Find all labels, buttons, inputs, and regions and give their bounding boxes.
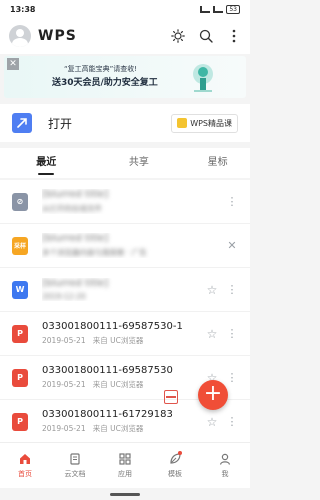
- open-folder-icon: [12, 113, 32, 133]
- list-item[interactable]: ⊘ [blurred title] 从打开的在线文件 ⋮: [0, 180, 250, 224]
- file-name: [blurred title]: [42, 233, 109, 244]
- star-icon[interactable]: ☆: [204, 327, 220, 341]
- file-date: 2019-05-21: [42, 336, 86, 345]
- home-indicator: [110, 493, 140, 496]
- signal-icon: [200, 5, 211, 13]
- tab-starred[interactable]: 星标: [185, 148, 250, 178]
- more-icon[interactable]: ⋮: [226, 371, 238, 384]
- banner-close-icon[interactable]: ✕: [7, 58, 19, 70]
- list-item[interactable]: 采样 [blurred title] 多个浏览器内容与我探索 · 广告 ✕: [0, 224, 250, 268]
- nav-templates[interactable]: 模板: [150, 443, 200, 488]
- more-icon[interactable]: ⋮: [226, 415, 238, 428]
- premium-course-icon: [177, 118, 188, 128]
- file-type-icon: ⊘: [12, 192, 28, 211]
- nav-cloud-docs[interactable]: 云文档: [50, 443, 100, 488]
- nav-label: 首页: [18, 470, 32, 478]
- nav-home[interactable]: 首页: [0, 443, 50, 488]
- file-date: 2019-05-21: [42, 424, 86, 433]
- open-file-row[interactable]: 打开 WPS精品课: [0, 104, 250, 142]
- tab-recent[interactable]: 最近: [0, 148, 93, 178]
- banner-illustration-icon: [193, 64, 213, 92]
- profile-icon: [219, 453, 231, 465]
- wps-logo: WPS: [38, 28, 77, 44]
- pdf-icon: P: [12, 412, 28, 431]
- file-source: 来自 UC浏览器: [92, 380, 144, 389]
- close-ad-icon[interactable]: ✕: [226, 239, 238, 252]
- promo-banner[interactable]: ✕ “复工高能宝典”请查收! 送30天会员/助力安全复工: [4, 56, 246, 98]
- open-label: 打开: [48, 116, 73, 131]
- file-tabs: 最近 共享 星标: [0, 148, 250, 178]
- more-icon[interactable]: ⋮: [226, 283, 238, 296]
- file-name: [blurred title]: [42, 189, 109, 200]
- more-icon[interactable]: ⋮: [226, 327, 238, 340]
- top-header: WPS: [0, 18, 250, 54]
- status-bar: 13:38 53: [0, 0, 250, 18]
- list-item[interactable]: P 033001800111-69587530-1 2019-05-21 来自 …: [0, 312, 250, 356]
- nav-apps[interactable]: 应用: [100, 443, 150, 488]
- file-source: 来自 UC浏览器: [92, 336, 144, 345]
- file-date: 2019-05-21: [42, 380, 86, 389]
- new-document-button[interactable]: +: [198, 380, 228, 410]
- nav-label: 应用: [118, 470, 132, 478]
- nav-label: 模板: [168, 470, 182, 478]
- battery-icon: 53: [226, 4, 240, 14]
- file-meta: 2019-12-20: [42, 292, 86, 301]
- notification-dot: [178, 451, 182, 455]
- nav-me[interactable]: 我: [200, 443, 250, 488]
- avatar[interactable]: [9, 25, 31, 47]
- scan-icon[interactable]: [164, 390, 178, 404]
- pdf-icon: P: [12, 324, 28, 343]
- more-options-icon[interactable]: [227, 29, 241, 43]
- list-item[interactable]: W [blurred title] 2019-12-20 ☆ ⋮: [0, 268, 250, 312]
- nav-label: 云文档: [64, 470, 86, 478]
- file-meta: 从打开的在线文件: [42, 204, 102, 213]
- theme-sun-icon[interactable]: [171, 29, 185, 43]
- word-doc-icon: W: [12, 280, 28, 299]
- nav-label: 我: [221, 470, 229, 478]
- file-meta: 多个浏览器内容与我探索 · 广告: [42, 248, 147, 257]
- bottom-nav: 首页 云文档 应用 模板 我: [0, 442, 250, 488]
- cloud-doc-icon: [70, 453, 80, 465]
- file-source: 来自 UC浏览器: [92, 424, 144, 433]
- status-time: 13:38: [10, 4, 36, 14]
- file-name: 033001800111-69587530-1: [42, 321, 183, 332]
- file-name: 033001800111-61729183: [42, 409, 173, 420]
- premium-course-label: WPS精品课: [190, 118, 232, 128]
- home-icon: [20, 454, 30, 464]
- pdf-icon: P: [12, 368, 28, 387]
- file-name: [blurred title]: [42, 278, 109, 289]
- signal-icon: [213, 5, 224, 13]
- tab-shared[interactable]: 共享: [93, 148, 186, 178]
- header-actions: [171, 29, 241, 43]
- file-name: 033001800111-69587530: [42, 365, 173, 376]
- banner-line1: “复工高能宝典”请查收!: [64, 65, 138, 73]
- search-icon[interactable]: [199, 29, 213, 43]
- apps-grid-icon: [119, 453, 131, 465]
- status-icons: 53: [200, 4, 240, 14]
- ad-icon: 采样: [12, 236, 28, 255]
- banner-line2: 送30天会员/助力安全复工: [52, 78, 158, 88]
- star-icon[interactable]: ☆: [204, 415, 220, 429]
- more-icon[interactable]: ⋮: [226, 195, 238, 208]
- premium-course-button[interactable]: WPS精品课: [171, 113, 238, 133]
- star-icon[interactable]: ☆: [204, 283, 220, 297]
